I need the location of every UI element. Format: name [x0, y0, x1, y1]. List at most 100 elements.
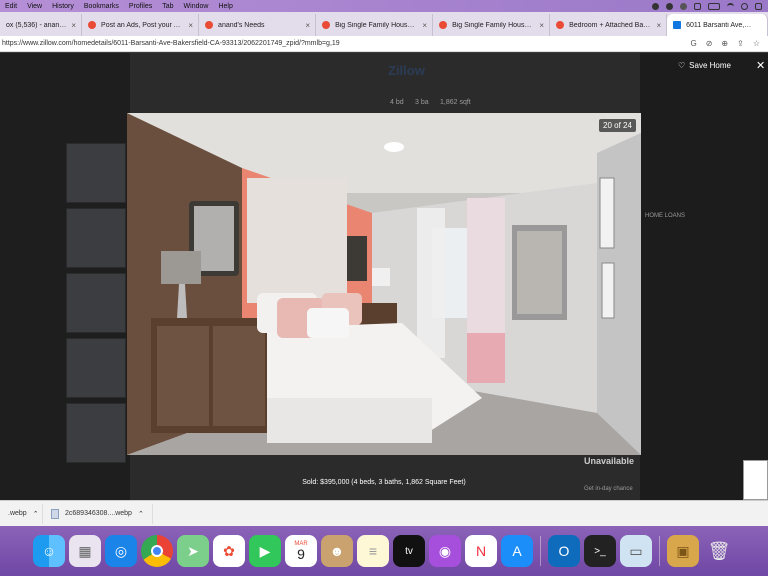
bg-beds: 4 bd: [390, 99, 404, 106]
bg-same-day: Get in-day chance: [584, 486, 633, 492]
news-icon[interactable]: N: [465, 535, 497, 567]
calendar-icon[interactable]: MAR 9: [285, 535, 317, 567]
tab-label: anand's Needs: [218, 21, 265, 29]
launchpad-icon[interactable]: ▦: [69, 535, 101, 567]
save-home-label: Save Home: [689, 61, 731, 70]
tab-label: Big Single Family House For: [452, 21, 541, 29]
wifi-icon[interactable]: [727, 2, 734, 10]
tab-label: ox (5,536) - anand.nsit@: [6, 21, 75, 29]
side-preview-thumbnail[interactable]: [743, 460, 768, 500]
site-icon: [205, 21, 214, 29]
tab-big-house-2[interactable]: Big Single Family House For ×: [433, 14, 551, 36]
share-icon[interactable]: ⇪: [737, 39, 744, 48]
eye-slash-icon[interactable]: ⊘: [706, 39, 713, 48]
bedroom-photo-illustration: [127, 113, 641, 455]
tv-label: tv: [405, 545, 413, 557]
tab-bar: ox (5,536) - anand.nsit@ × Post an Ads, …: [0, 12, 768, 36]
download-filename: 2c689346308....webp: [65, 510, 132, 517]
file-icon: [51, 508, 59, 519]
terminal-icon[interactable]: >_: [584, 535, 616, 567]
menu-profiles[interactable]: Profiles: [124, 3, 157, 10]
dock-separator: [540, 536, 541, 566]
bg-thumbnail: [66, 403, 126, 463]
site-icon: [556, 21, 565, 29]
download-filename: .webp: [8, 510, 27, 517]
menu-help[interactable]: Help: [213, 3, 237, 10]
search-icon[interactable]: [741, 2, 748, 10]
listing-photo[interactable]: [127, 113, 641, 455]
tab-anands-needs[interactable]: anand's Needs ×: [199, 14, 317, 36]
close-icon[interactable]: ×: [656, 21, 661, 30]
podcasts-icon[interactable]: ◉: [429, 535, 461, 567]
save-home-button[interactable]: ♡ Save Home: [678, 61, 731, 70]
contacts-icon[interactable]: ☻: [321, 535, 353, 567]
tab-label: 6011 Barsanti Ave, Bakersfie: [686, 21, 762, 29]
bluetooth-icon[interactable]: [694, 2, 701, 10]
site-icon: [88, 21, 97, 29]
apple-tv-icon[interactable]: tv: [393, 535, 425, 567]
tab-gmail[interactable]: ox (5,536) - anand.nsit@ ×: [0, 14, 83, 36]
page-content: Zillow 4 bd 3 ba 1,862 sqft HOME LOANS U…: [0, 53, 768, 500]
photo-counter: 20 of 24: [599, 119, 636, 132]
bg-thumbnail: [66, 143, 126, 203]
dock-separator: [659, 536, 660, 566]
zillow-icon: [673, 21, 682, 29]
calendar-day: 9: [297, 546, 305, 562]
tab-post-ads[interactable]: Post an Ads, Post your Ads ×: [82, 14, 200, 36]
trash-icon[interactable]: 🗑: [703, 535, 735, 567]
chevron-up-icon[interactable]: ⌃: [33, 510, 39, 518]
archive-icon[interactable]: ▣: [667, 535, 699, 567]
bg-thumbnail: [66, 273, 126, 333]
finder-icon[interactable]: ☺: [33, 535, 65, 567]
photos-icon[interactable]: ✿: [213, 535, 245, 567]
app-store-icon[interactable]: A: [501, 535, 533, 567]
notes-icon[interactable]: ≡: [357, 535, 389, 567]
status-icon[interactable]: [680, 2, 687, 10]
download-item[interactable]: 2c689346308....webp ⌃: [43, 503, 153, 524]
safari-icon[interactable]: ◎: [105, 535, 137, 567]
close-icon[interactable]: ×: [305, 21, 310, 30]
menu-history[interactable]: History: [47, 3, 79, 10]
tab-label: Big Single Family House For: [335, 21, 424, 29]
zoom-icon[interactable]: ⊕: [721, 39, 728, 48]
menu-tab[interactable]: Tab: [157, 3, 178, 10]
url-field[interactable]: https://www.zillow.com/homedetails/6011-…: [0, 40, 340, 47]
menu-edit[interactable]: Edit: [0, 3, 22, 10]
bg-thumbnail: [66, 208, 126, 268]
control-center-icon[interactable]: [755, 2, 762, 10]
chevron-up-icon[interactable]: ⌃: [138, 510, 144, 518]
address-bar: https://www.zillow.com/homedetails/6011-…: [0, 36, 768, 52]
status-circle-icon[interactable]: [652, 2, 659, 10]
address-tools: G ⊘ ⊕ ⇪ ☆: [690, 39, 768, 48]
close-lightbox-button[interactable]: ✕: [756, 59, 765, 72]
downloads-bar: .webp ⌃ 2c689346308....webp ⌃: [0, 500, 768, 526]
outlook-icon[interactable]: O: [548, 535, 580, 567]
bg-thumbnail: [66, 338, 126, 398]
bookmark-star-icon[interactable]: ☆: [753, 39, 760, 48]
close-icon[interactable]: ×: [188, 21, 193, 30]
menu-window[interactable]: Window: [179, 3, 214, 10]
dock: ☺ ▦ ◎ ➤ ✿ ▶ MAR 9 ☻ ≡ tv ◉ N A O >_ ▭ ▣ …: [0, 526, 768, 576]
maps-icon[interactable]: ➤: [177, 535, 209, 567]
photo-caption: Sold: $395,000 (4 beds, 3 baths, 1,862 S…: [302, 479, 466, 486]
battery-icon[interactable]: [708, 2, 720, 10]
menu-view[interactable]: View: [22, 3, 47, 10]
status-circle-icon[interactable]: [666, 2, 673, 10]
close-icon[interactable]: ×: [71, 21, 76, 30]
site-icon: [322, 21, 331, 29]
tab-bedroom-bathroom[interactable]: Bedroom + Attached Bathro ×: [550, 14, 668, 36]
google-icon[interactable]: G: [690, 39, 696, 48]
preview-icon[interactable]: ▭: [620, 535, 652, 567]
menu-bar: Edit View History Bookmarks Profiles Tab…: [0, 0, 768, 12]
close-icon[interactable]: ×: [539, 21, 544, 30]
zillow-logo[interactable]: Zillow: [388, 63, 425, 78]
menu-bookmarks[interactable]: Bookmarks: [79, 3, 124, 10]
tab-big-house-1[interactable]: Big Single Family House For ×: [316, 14, 434, 36]
chrome-icon[interactable]: [141, 535, 173, 567]
close-icon[interactable]: ×: [422, 21, 427, 30]
tab-label: Post an Ads, Post your Ads: [101, 21, 186, 29]
heart-icon: ♡: [678, 61, 686, 70]
download-item[interactable]: .webp ⌃: [0, 503, 43, 524]
facetime-icon[interactable]: ▶: [249, 535, 281, 567]
tab-zillow-active[interactable]: 6011 Barsanti Ave, Bakersfie: [667, 14, 768, 36]
